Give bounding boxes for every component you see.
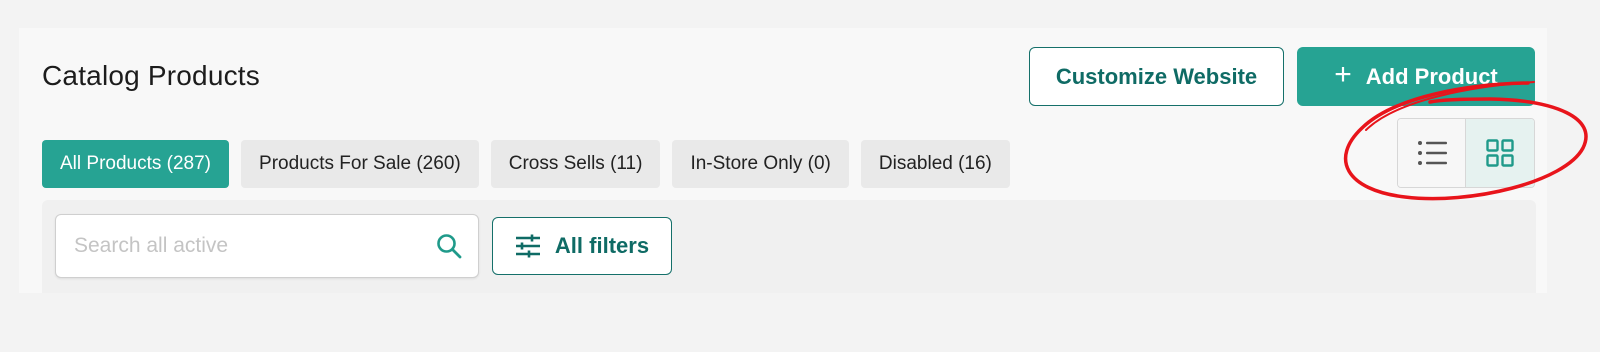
tab-cross-sells[interactable]: Cross Sells (11) [490, 140, 661, 188]
all-filters-label: All filters [554, 233, 650, 258]
grid-view-button[interactable] [1466, 119, 1534, 187]
tab-all-products[interactable]: All Products (287) [42, 140, 230, 188]
list-view-icon [1417, 141, 1447, 165]
catalog-products-page: Catalog Products Customize Website + Add… [0, 0, 1600, 352]
search-input[interactable] [74, 234, 434, 258]
grid-view-icon [1486, 139, 1514, 167]
tab-disabled[interactable]: Disabled (16) [860, 140, 1010, 188]
list-view-button[interactable] [1398, 119, 1466, 187]
filter-sliders-icon [515, 234, 540, 258]
all-filters-button[interactable]: All filters [492, 217, 672, 275]
tab-in-store-only[interactable]: In-Store Only (0) [672, 140, 849, 188]
add-product-label: Add Product [1365, 63, 1498, 89]
search-icon[interactable] [434, 231, 464, 261]
product-filter-tabs: All Products (287) Products For Sale (26… [42, 140, 1010, 188]
tab-products-for-sale[interactable]: Products For Sale (260) [241, 140, 479, 188]
customize-website-button[interactable]: Customize Website [1029, 47, 1284, 106]
customize-website-label: Customize Website [1055, 63, 1258, 89]
plus-icon: + [1334, 58, 1352, 91]
add-product-button[interactable]: + Add Product [1297, 47, 1535, 106]
page-title: Catalog Products [42, 60, 260, 91]
search-box [55, 214, 479, 278]
view-toggle [1397, 118, 1535, 188]
